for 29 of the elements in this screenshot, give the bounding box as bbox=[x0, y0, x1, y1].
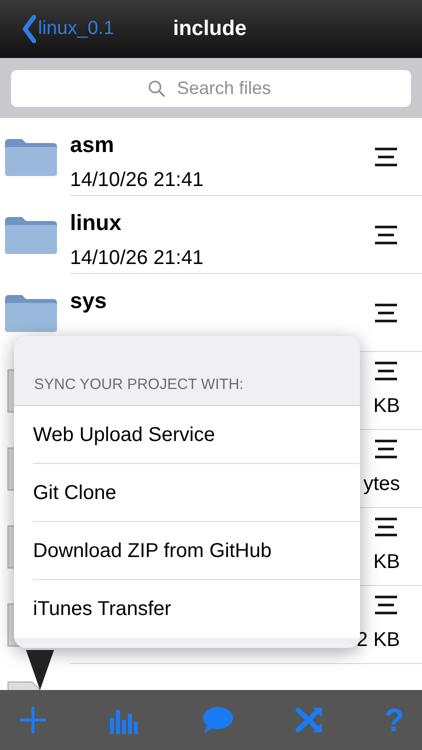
menu-item[interactable]: iTunes Transfer bbox=[33, 580, 360, 638]
chevron-left-icon bbox=[22, 15, 36, 43]
file-name: sys bbox=[70, 287, 108, 315]
file-name: linux bbox=[70, 209, 122, 237]
menu-icon[interactable] bbox=[374, 360, 398, 380]
popover-header: SYNC YOUR PROJECT WITH: bbox=[34, 374, 244, 394]
file-name: asm bbox=[70, 131, 116, 159]
search-field[interactable]: Search files bbox=[11, 70, 411, 106]
back-button[interactable]: linux_0.1 bbox=[22, 14, 114, 44]
screen-title: include bbox=[173, 16, 247, 42]
popover-arrow bbox=[26, 650, 54, 690]
file-size: KB bbox=[373, 394, 400, 418]
menu-icon[interactable] bbox=[374, 516, 398, 536]
menu-icon[interactable] bbox=[374, 146, 398, 166]
menu-icon[interactable] bbox=[374, 438, 398, 458]
menu-item[interactable]: Web Upload Service bbox=[33, 406, 360, 464]
file-size: KB bbox=[373, 550, 400, 574]
menu-icon[interactable] bbox=[374, 224, 398, 244]
modified-date: 14/10/26 21:41 bbox=[70, 246, 204, 271]
file-size: ytes bbox=[363, 472, 400, 496]
folder-icon bbox=[4, 293, 58, 333]
search-icon bbox=[148, 80, 166, 98]
menu-item[interactable]: Download ZIP from GitHub bbox=[33, 522, 360, 580]
folder-icon bbox=[4, 215, 58, 255]
menu-icon[interactable] bbox=[374, 594, 398, 614]
modified-date: 14/10/26 21:41 bbox=[70, 168, 204, 193]
menu-icon[interactable] bbox=[374, 302, 398, 322]
folder-icon bbox=[4, 137, 58, 177]
menu-item[interactable]: Git Clone bbox=[33, 464, 360, 522]
